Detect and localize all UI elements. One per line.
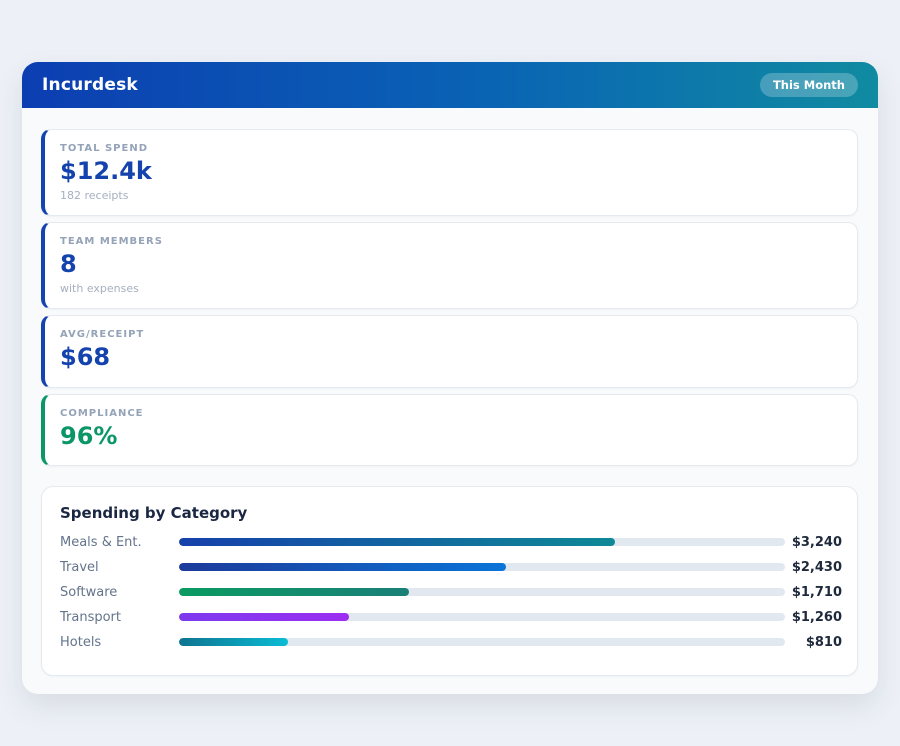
category-label: Travel	[60, 560, 179, 575]
category-value: $1,260	[785, 610, 842, 625]
period-badge[interactable]: This Month	[760, 73, 858, 97]
bar-track	[179, 613, 785, 621]
category-label: Hotels	[60, 635, 179, 650]
bar-track	[179, 563, 785, 571]
category-value: $1,710	[785, 585, 842, 600]
spending-row: Hotels $810	[60, 630, 842, 655]
stat-label: COMPLIANCE	[60, 408, 841, 419]
spending-row: Meals & Ent. $3,240	[60, 530, 842, 555]
category-value: $3,240	[785, 535, 842, 550]
stat-value: 96%	[60, 421, 841, 452]
bar-track	[179, 638, 785, 646]
bar-track	[179, 588, 785, 596]
app-header: Incurdesk This Month	[22, 62, 878, 108]
stat-label: TEAM MEMBERS	[60, 236, 841, 247]
bar-fill	[179, 588, 409, 596]
bar-fill	[179, 638, 288, 646]
stat-card: AVG/RECEIPT $68	[41, 315, 858, 387]
stat-card: COMPLIANCE 96%	[41, 394, 858, 466]
spending-title: Spending by Category	[60, 504, 842, 522]
bar-fill	[179, 538, 615, 546]
stat-sub: with expenses	[60, 282, 841, 295]
category-label: Software	[60, 585, 179, 600]
spending-row: Transport $1,260	[60, 605, 842, 630]
stat-sub: 182 receipts	[60, 189, 841, 202]
app-title: Incurdesk	[42, 75, 138, 95]
category-label: Transport	[60, 610, 179, 625]
stat-label: AVG/RECEIPT	[60, 329, 841, 340]
stat-card: TEAM MEMBERS 8 with expenses	[41, 222, 858, 309]
category-value: $2,430	[785, 560, 842, 575]
stat-value: 8	[60, 249, 841, 280]
spending-row: Software $1,710	[60, 580, 842, 605]
category-value: $810	[785, 635, 842, 650]
bar-fill	[179, 613, 349, 621]
dashboard-body: TOTAL SPEND $12.4k 182 receipts TEAM MEMBER…	[22, 108, 878, 694]
spending-card: Spending by Category Meals & Ent. $3,240 T…	[41, 486, 858, 676]
stats-section: TOTAL SPEND $12.4k 182 receipts TEAM MEMBER…	[41, 129, 858, 466]
stat-value: $12.4k	[60, 156, 841, 187]
bar-track	[179, 538, 785, 546]
stat-card: TOTAL SPEND $12.4k 182 receipts	[41, 129, 858, 216]
bar-fill	[179, 563, 506, 571]
category-label: Meals & Ent.	[60, 535, 179, 550]
dashboard-container: Incurdesk This Month TOTAL SPEND $12.4k 18…	[22, 62, 878, 694]
stat-value: $68	[60, 342, 841, 373]
spending-row: Travel $2,430	[60, 555, 842, 580]
stat-label: TOTAL SPEND	[60, 143, 841, 154]
page-background: Incurdesk This Month TOTAL SPEND $12.4k 18…	[0, 0, 900, 746]
spending-rows: Meals & Ent. $3,240 Travel $2,430 Software $1…	[60, 530, 842, 655]
